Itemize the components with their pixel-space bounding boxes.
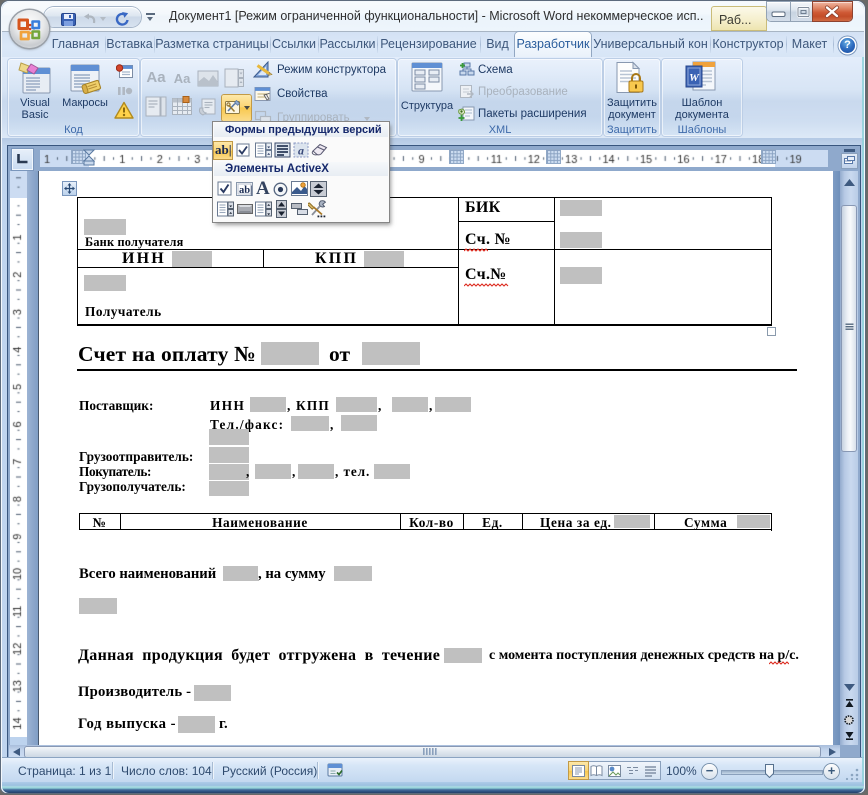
svg-text:ab|: ab| bbox=[239, 185, 252, 196]
svg-text:W: W bbox=[689, 72, 700, 84]
svg-text:a: a bbox=[298, 144, 304, 158]
